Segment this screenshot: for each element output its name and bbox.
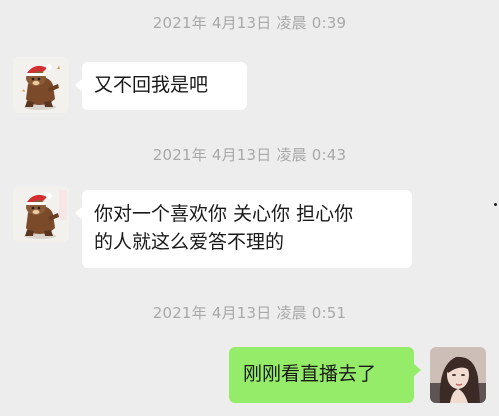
- message-text: 又不回我是吧: [94, 74, 209, 96]
- message-bubble-outgoing[interactable]: 刚刚看直播去了: [229, 347, 421, 403]
- girl-portrait-icon: [430, 347, 486, 403]
- message-bubble-incoming[interactable]: 又不回我是吧: [75, 62, 247, 110]
- contact-avatar[interactable]: [13, 57, 69, 113]
- message-text-line: 你对一个喜欢你 关心你 担心你: [94, 203, 354, 225]
- self-avatar[interactable]: [430, 347, 486, 403]
- contact-avatar[interactable]: [13, 186, 69, 242]
- brown-bear-christmas-hat-icon: [13, 57, 69, 113]
- timestamp: 2021年 4月13日 凌晨 0:39: [152, 14, 347, 32]
- timestamp: 2021年 4月13日 凌晨 0:43: [152, 146, 347, 164]
- chat-area[interactable]: 2021年 4月13日 凌晨 0:39 又不回我是吧 2021年 4月13日 凌…: [0, 0, 499, 416]
- stray-dot: [494, 203, 497, 206]
- message-bubble-incoming[interactable]: 你对一个喜欢你 关心你 担心你 的人就这么爱答不理的: [75, 190, 412, 268]
- message-text-line: 的人就这么爱答不理的: [94, 231, 285, 253]
- message-text: 刚刚看直播去了: [243, 363, 377, 385]
- timestamp: 2021年 4月13日 凌晨 0:51: [152, 304, 347, 322]
- brown-bear-christmas-hat-icon: [13, 186, 69, 242]
